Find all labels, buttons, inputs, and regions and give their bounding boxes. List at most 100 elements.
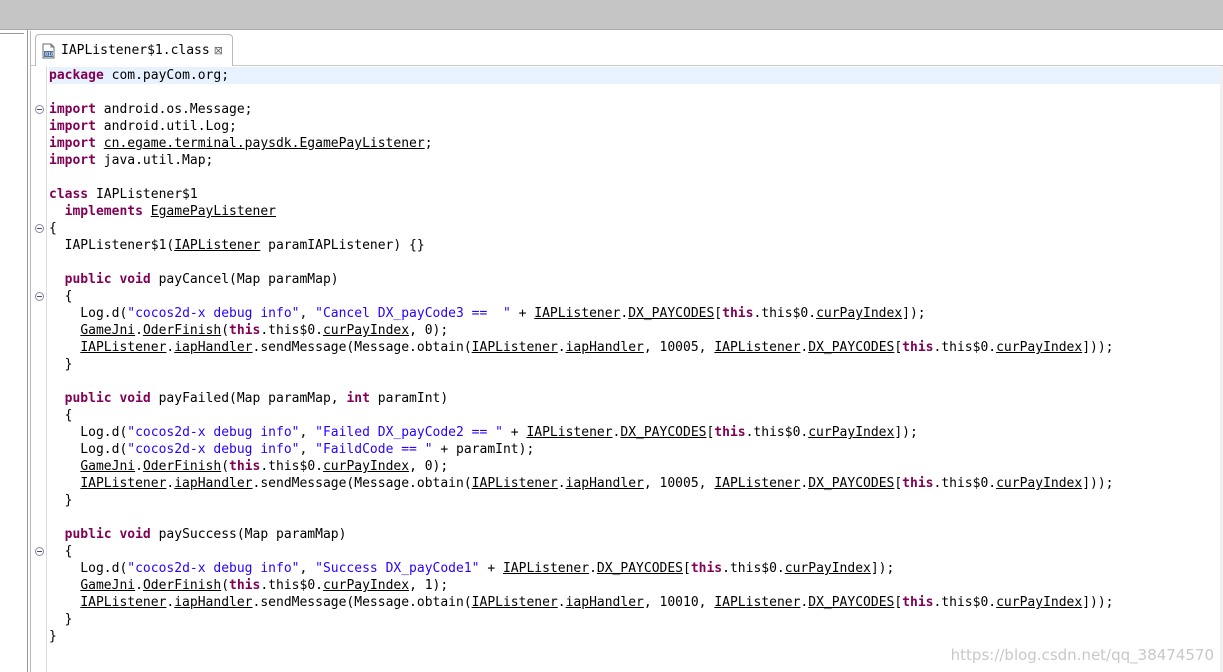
code-text: .	[557, 476, 566, 491]
code-reference: GameJni	[80, 459, 136, 474]
code-reference: curPayIndex	[784, 561, 871, 576]
code-reference: IAPListener	[714, 476, 801, 491]
code-reference: DX_PAYCODES	[808, 476, 895, 491]
code-text: ]));	[1082, 476, 1114, 491]
code-text: android.os.Message;	[95, 102, 253, 117]
code-text: +	[502, 425, 527, 440]
code-line: IAPListener$1(IAPListener paramIAPListen…	[49, 237, 1220, 254]
code-text: .sendMessage(Message.obtain(	[252, 476, 472, 491]
code-text: Log.d(	[49, 442, 128, 457]
fold-toggle-icon[interactable]	[35, 547, 44, 556]
code-text: (	[221, 578, 230, 593]
code-line: IAPListener.iapHandler.sendMessage(Messa…	[49, 339, 1220, 356]
code-string: "cocos2d-x debug info"	[127, 561, 300, 576]
code-keyword: this	[714, 425, 746, 440]
code-keyword: this	[690, 561, 723, 576]
close-icon[interactable]: ⊠	[214, 44, 223, 57]
code-keyword: this	[722, 306, 754, 321]
code-reference: IAPListener	[534, 306, 621, 321]
code-text: Log.d(	[49, 561, 128, 576]
code-line: }	[49, 492, 1220, 509]
code-text: payCancel(Map paramMap)	[150, 272, 339, 287]
code-text: , 10005,	[643, 476, 715, 491]
code-text: [	[894, 340, 903, 355]
code-text: .	[135, 459, 143, 474]
code-text: .this$0.	[933, 595, 997, 610]
code-text: , 0);	[409, 323, 449, 338]
editor-tab-row: 010 IAPListener$1.class ⊠	[31, 31, 1223, 66]
code-text: ]);	[894, 425, 918, 440]
code-reference: DX_PAYCODES	[808, 595, 895, 610]
fold-toggle-icon[interactable]	[35, 105, 44, 114]
code-reference: IAPListener	[80, 595, 167, 610]
code-line: Log.d("cocos2d-x debug info", "Success D…	[49, 560, 1220, 577]
code-text: payFailed(Map paramMap,	[150, 391, 347, 406]
fold-gutter	[31, 66, 45, 672]
code-reference: iapHandler	[174, 595, 253, 610]
code-reference: DX_PAYCODES	[620, 425, 707, 440]
code-text: IAPListener$1(	[49, 238, 175, 253]
fold-toggle-icon[interactable]	[35, 292, 44, 301]
code-line: {	[49, 543, 1220, 560]
code-text: .	[589, 561, 597, 576]
code-keyword: this	[229, 578, 261, 593]
editor-tab[interactable]: 010 IAPListener$1.class ⊠	[35, 34, 233, 66]
code-text: .this$0.	[260, 459, 323, 474]
code-keyword: public	[64, 272, 112, 287]
code-keyword: this	[902, 595, 934, 610]
code-keyword: this	[902, 476, 934, 491]
code-reference: OderFinish	[142, 578, 222, 593]
code-editor: 010 IAPListener$1.class ⊠ package com.pa…	[30, 31, 1223, 672]
code-lines: package com.payCom.org; import android.os…	[49, 67, 1220, 645]
code-line: implements EgamePayListener	[49, 203, 1220, 220]
code-line: import android.util.Log;	[49, 118, 1220, 135]
class-file-icon: 010	[41, 43, 57, 59]
code-line: public void paySuccess(Map paramMap)	[49, 526, 1220, 543]
code-text: }	[49, 629, 57, 644]
code-text: ]));	[1082, 340, 1114, 355]
code-reference: curPayIndex	[322, 578, 410, 593]
code-line: Log.d("cocos2d-x debug info", "Cancel DX…	[49, 305, 1220, 322]
code-keyword: void	[119, 527, 151, 542]
code-text: .this$0.	[260, 323, 323, 338]
svg-text:010: 010	[45, 52, 54, 58]
code-text: .this$0.	[933, 340, 997, 355]
code-text: }	[49, 612, 73, 627]
code-keyword: import	[49, 102, 96, 117]
code-reference: OderFinish	[142, 323, 222, 338]
code-area[interactable]: package com.payCom.org; import android.os…	[31, 66, 1223, 672]
fold-toggle-icon[interactable]	[35, 224, 44, 233]
code-string: "Failed DX_payCode2 == "	[315, 425, 503, 440]
code-line: IAPListener.iapHandler.sendMessage(Messa…	[49, 594, 1220, 611]
code-line: public void payFailed(Map paramMap, int …	[49, 390, 1220, 407]
code-line: GameJni.OderFinish(this.this$0.curPayInd…	[49, 322, 1220, 339]
code-keyword: this	[229, 323, 261, 338]
code-keyword: int	[346, 391, 370, 406]
code-text: Log.d(	[49, 425, 128, 440]
code-text: [	[894, 476, 903, 491]
code-reference: IAPListener	[471, 476, 558, 491]
code-line: import java.util.Map;	[49, 152, 1220, 169]
code-text: }	[49, 493, 73, 508]
code-string: "cocos2d-x debug info"	[127, 425, 300, 440]
code-keyword: this	[902, 340, 934, 355]
code-text: +	[479, 561, 503, 576]
left-side-pane	[0, 30, 28, 672]
code-text: paramInt)	[369, 391, 449, 406]
code-reference: DX_PAYCODES	[628, 306, 715, 321]
code-line: IAPListener.iapHandler.sendMessage(Messa…	[49, 475, 1220, 492]
code-text: android.util.Log;	[95, 119, 237, 134]
code-reference: OderFinish	[142, 459, 222, 474]
code-text: java.util.Map;	[95, 153, 214, 168]
code-text: {	[49, 544, 73, 559]
code-reference: IAPListener	[471, 340, 558, 355]
code-string: "cocos2d-x debug info"	[127, 442, 300, 457]
code-reference: DX_PAYCODES	[596, 561, 683, 576]
